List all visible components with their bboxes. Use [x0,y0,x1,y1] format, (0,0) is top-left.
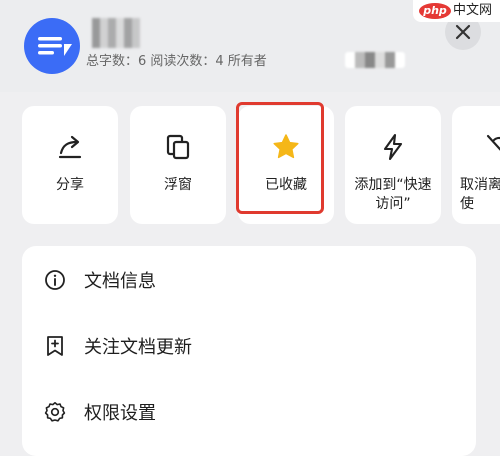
menu-item-label: 权限设置 [84,403,156,424]
php-logo-text: php [423,4,447,17]
slash-icon [486,134,500,151]
favorite-highlight-box [236,102,324,214]
info-icon [45,270,65,290]
doc-meta: 总字数：6 阅读次数：4 所有者 [86,54,267,69]
menu-item-label: 关注文档更新 [84,337,192,358]
cancel-offline-button[interactable]: 取消离 使 [452,106,500,224]
cancel-offline-label-line1: 取消离 [460,177,500,193]
lightning-icon [383,133,403,161]
share-icon [58,135,82,159]
gear-icon [44,402,66,422]
doc-title-blurred [92,18,140,48]
cancel-offline-label-line2: 使 [460,196,474,212]
bookmark-plus-icon [47,336,63,356]
share-label: 分享 [56,177,84,193]
watermark-text: 中文网 [453,3,493,18]
close-icon [455,24,471,40]
menu-item-label: 文档信息 [84,271,156,292]
quick-access-label-line1: 添加到“快速 [354,177,432,193]
add-quick-access-button[interactable]: 添加到“快速 访问” [345,106,441,224]
menu-item-doc-info[interactable]: 文档信息 [22,246,476,312]
float-window-icon [166,134,190,160]
options-menu: 文档信息 关注文档更新 权限设置 [22,246,476,456]
menu-item-permissions[interactable]: 权限设置 [22,378,476,444]
share-button[interactable]: 分享 [22,106,118,224]
float-window-button[interactable]: 浮窗 [130,106,226,224]
quick-access-label-line2: 访问” [375,196,411,212]
owner-name-blurred [345,52,405,68]
menu-item-follow-updates[interactable]: 关注文档更新 [22,312,476,378]
site-watermark: php 中文网 [413,0,500,22]
document-icon [24,18,80,74]
float-window-label: 浮窗 [164,177,192,193]
doc-header: 总字数：6 阅读次数：4 所有者 php 中文网 [0,0,500,92]
